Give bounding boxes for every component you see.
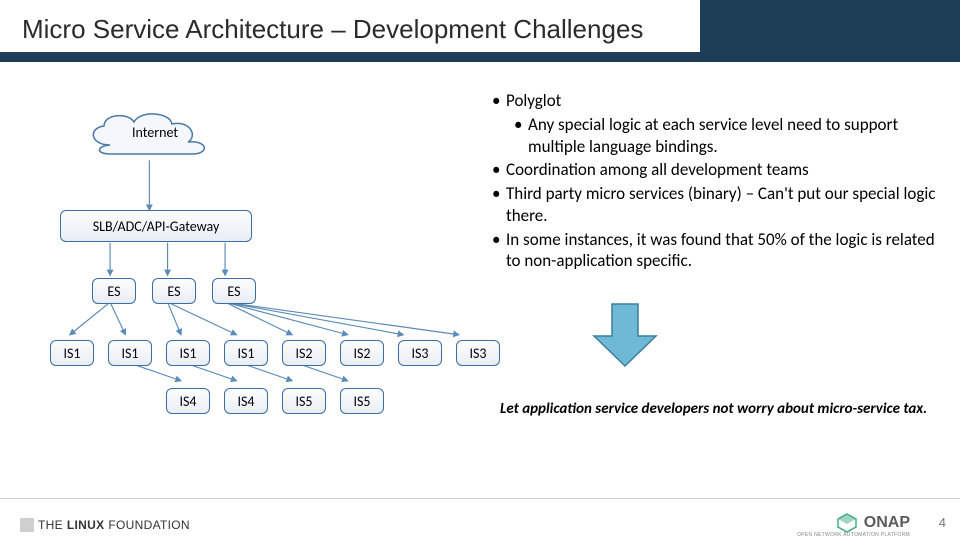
is-box: IS5 <box>282 388 326 414</box>
is-box: IS1 <box>50 340 94 366</box>
bullet-thirdparty: Third party micro services (binary) – Ca… <box>488 183 940 227</box>
down-arrow-icon <box>590 300 660 370</box>
cloud-label: Internet <box>80 124 230 141</box>
lf-pre: THE <box>38 518 63 532</box>
onap-cube-icon <box>836 512 858 534</box>
is-box: IS3 <box>456 340 500 366</box>
gateway-box: SLB/ADC/API-Gateway <box>60 210 252 242</box>
is-box: IS4 <box>224 388 268 414</box>
footer-bar: THE LINUX FOUNDATION ONAP OPEN NETWORK A… <box>0 498 960 540</box>
is-box: IS3 <box>398 340 442 366</box>
internet-cloud: Internet <box>80 110 230 156</box>
page-number: 4 <box>939 515 946 530</box>
is-box: IS2 <box>340 340 384 366</box>
onap-subtitle: OPEN NETWORK AUTOMATION PLATFORM <box>797 532 910 538</box>
bullet-fifty-percent: In some instances, it was found that 50%… <box>488 229 940 273</box>
is-box: IS2 <box>282 340 326 366</box>
es-box-1: ES <box>92 278 136 304</box>
architecture-diagram: Internet SLB/ADC/API-Gateway ES ES ES IS… <box>20 90 480 430</box>
lf-square-icon <box>20 518 34 532</box>
es-box-3: ES <box>212 278 256 304</box>
is-box: IS5 <box>340 388 384 414</box>
bullet-polyglot: Polyglot <box>488 90 940 112</box>
header-underline <box>0 52 960 62</box>
lf-post: FOUNDATION <box>108 518 189 532</box>
onap-text: ONAP <box>864 514 910 532</box>
page-title: Micro Service Architecture – Development… <box>22 14 663 45</box>
challenge-bullets: Polyglot Any special logic at each servi… <box>488 90 940 274</box>
es-box-2: ES <box>152 278 196 304</box>
is-box: IS4 <box>166 388 210 414</box>
footnote-text: Let application service developers not w… <box>500 400 930 419</box>
bullet-coordination: Coordination among all development teams <box>488 159 940 181</box>
is-box: IS1 <box>108 340 152 366</box>
gateway-label: SLB/ADC/API-Gateway <box>93 218 220 235</box>
is-box: IS1 <box>224 340 268 366</box>
onap-logo: ONAP <box>836 512 910 534</box>
bullet-polyglot-sub: Any special logic at each service level … <box>488 114 940 158</box>
lf-main: LINUX <box>67 518 105 532</box>
is-box: IS1 <box>166 340 210 366</box>
linux-foundation-logo: THE LINUX FOUNDATION <box>20 518 190 532</box>
